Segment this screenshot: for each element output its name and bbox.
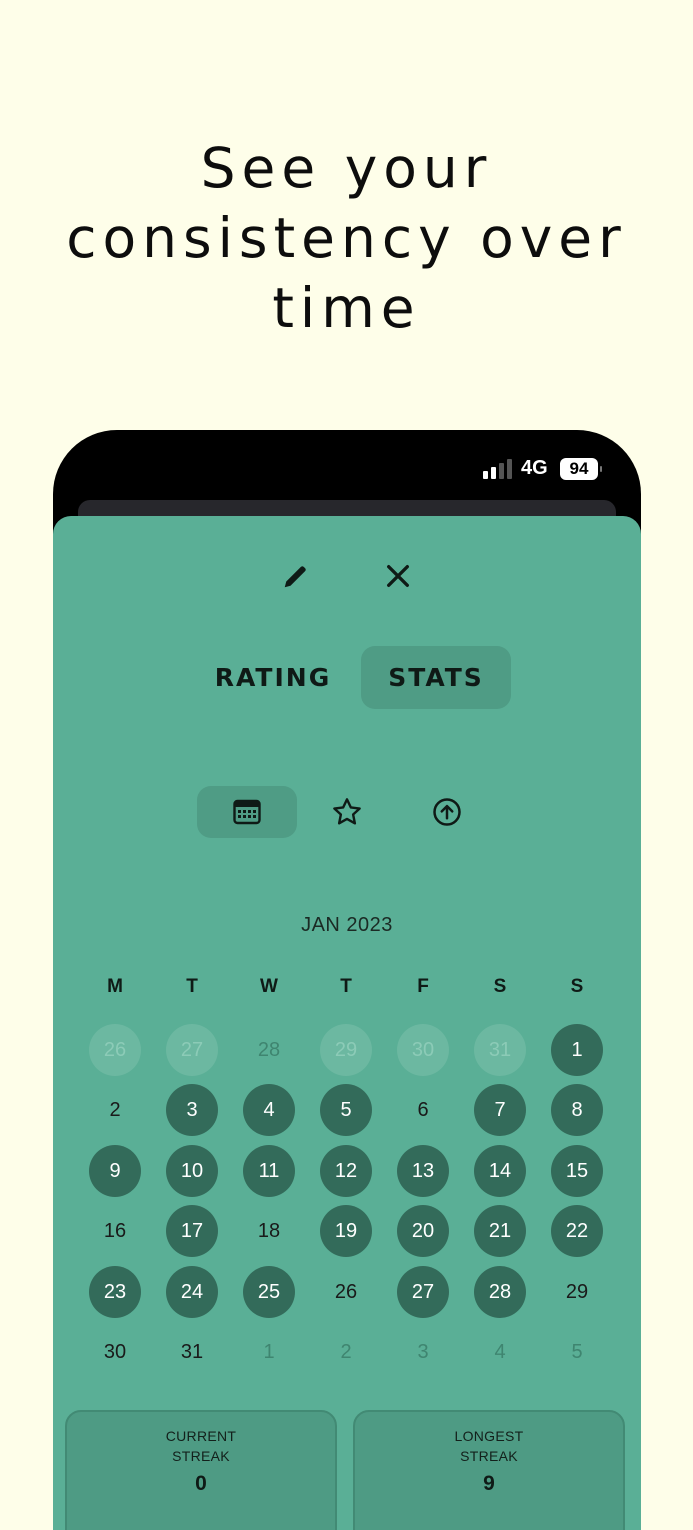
headline-line-3: time [272,275,421,340]
calendar-day[interactable]: 30 [89,1326,141,1378]
longest-streak-card: LONGEST STREAK 9 [353,1410,625,1530]
weekday-label: T [186,976,198,997]
calendar-day[interactable]: 23 [89,1266,141,1318]
calendar-day[interactable]: 27 [397,1266,449,1318]
cellular-signal-icon [483,459,513,479]
progress-view-button[interactable] [397,786,497,838]
calendar-day-other-month[interactable]: 27 [166,1024,218,1076]
calendar-day[interactable]: 26 [320,1266,372,1318]
calendar-day-other-month[interactable]: 29 [320,1024,372,1076]
calendar-day[interactable]: 21 [474,1205,526,1257]
calendar-day[interactable]: 1 [551,1024,603,1076]
calendar-day-other-month[interactable]: 31 [474,1024,526,1076]
close-button[interactable] [376,554,420,598]
current-streak-card: CURRENT STREAK 0 [65,1410,337,1530]
calendar-day[interactable]: 14 [474,1145,526,1197]
calendar-day[interactable]: 22 [551,1205,603,1257]
calendar-day[interactable]: 19 [320,1205,372,1257]
calendar-day[interactable]: 12 [320,1145,372,1197]
calendar-day-other-month[interactable]: 3 [397,1326,449,1378]
calendar-day-other-month[interactable]: 4 [474,1326,526,1378]
phone-frame: 4G 94 RATING STATS JAN 2023 M T W T F S … [53,430,641,1530]
pencil-icon [284,566,306,588]
headline-line-1: See your [200,135,493,200]
calendar-day[interactable]: 8 [551,1084,603,1136]
weekday-label: S [493,976,507,997]
calendar-day[interactable]: 29 [551,1266,603,1318]
calendar-day[interactable]: 31 [166,1326,218,1378]
calendar-day[interactable]: 7 [474,1084,526,1136]
calendar-day[interactable]: 5 [320,1084,372,1136]
headline-line-2: consistency over [66,205,627,270]
calendar-day[interactable]: 25 [243,1266,295,1318]
tab-rating[interactable]: RATING [198,646,348,709]
calendar-day[interactable]: 18 [243,1205,295,1257]
tab-stats[interactable]: STATS [361,646,511,709]
calendar-day[interactable]: 17 [166,1205,218,1257]
weekday-label: W [260,976,278,997]
calendar-day[interactable]: 4 [243,1084,295,1136]
status-bar: 4G 94 [53,430,641,510]
stats-sheet: RATING STATS JAN 2023 M T W T F S S 26 27 28 … [53,516,641,1530]
calendar-day[interactable]: 3 [166,1084,218,1136]
calendar-day-other-month[interactable]: 28 [243,1024,295,1076]
weekday-label: M [107,976,123,997]
current-streak-label: CURRENT STREAK [165,1428,237,1464]
ratings-view-button[interactable] [297,786,397,838]
calendar-day[interactable]: 2 [89,1084,141,1136]
calendar-day-other-month[interactable]: 2 [320,1326,372,1378]
calendar-day-other-month[interactable]: 26 [89,1024,141,1076]
longest-streak-label: LONGEST STREAK [454,1428,524,1464]
battery-icon: 94 [560,458,602,480]
edit-button[interactable] [274,554,318,598]
calendar-month-title: JAN 2023 [301,914,393,936]
network-type: 4G [521,457,548,479]
weekday-label: T [340,976,352,997]
calendar-day-other-month[interactable]: 5 [551,1326,603,1378]
calendar-icon [233,799,261,825]
calendar-day-other-month[interactable]: 30 [397,1024,449,1076]
calendar-day[interactable]: 28 [474,1266,526,1318]
arrow-up-circle-icon [433,798,461,826]
calendar-day-other-month[interactable]: 1 [243,1326,295,1378]
headline: See your consistency over time [0,133,693,343]
star-icon [333,798,361,825]
current-streak-value: 0 [195,1472,207,1495]
calendar-day[interactable]: 15 [551,1145,603,1197]
battery-level: 94 [569,459,589,478]
longest-streak-value: 9 [483,1472,495,1495]
calendar-day[interactable]: 24 [166,1266,218,1318]
calendar-day[interactable]: 16 [89,1205,141,1257]
weekday-label: F [417,976,429,997]
calendar-day[interactable]: 11 [243,1145,295,1197]
close-icon [387,565,409,587]
calendar-view-button[interactable] [197,786,297,838]
weekday-label: S [570,976,584,997]
calendar-day[interactable]: 10 [166,1145,218,1197]
calendar-day[interactable]: 20 [397,1205,449,1257]
calendar-day[interactable]: 6 [397,1084,449,1136]
calendar-day[interactable]: 13 [397,1145,449,1197]
calendar-day[interactable]: 9 [89,1145,141,1197]
